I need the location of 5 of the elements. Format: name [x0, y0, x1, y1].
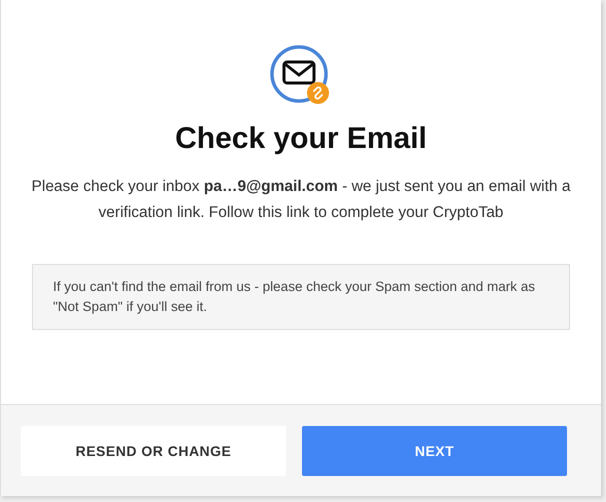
dialog-title: Check your Email	[175, 122, 427, 156]
resend-button[interactable]: RESEND OR CHANGE	[21, 426, 286, 476]
message-text: Please check your inbox pa…9@gmail.com - we just sent you an email with a verification link. Follow this link to complete your CryptoTab	[30, 177, 572, 223]
spam-notice: If you can't find the email from us - please check your Spam section and mark as "Not Spam" if you'll see it.	[32, 264, 570, 330]
next-button[interactable]: NEXT	[302, 426, 567, 476]
